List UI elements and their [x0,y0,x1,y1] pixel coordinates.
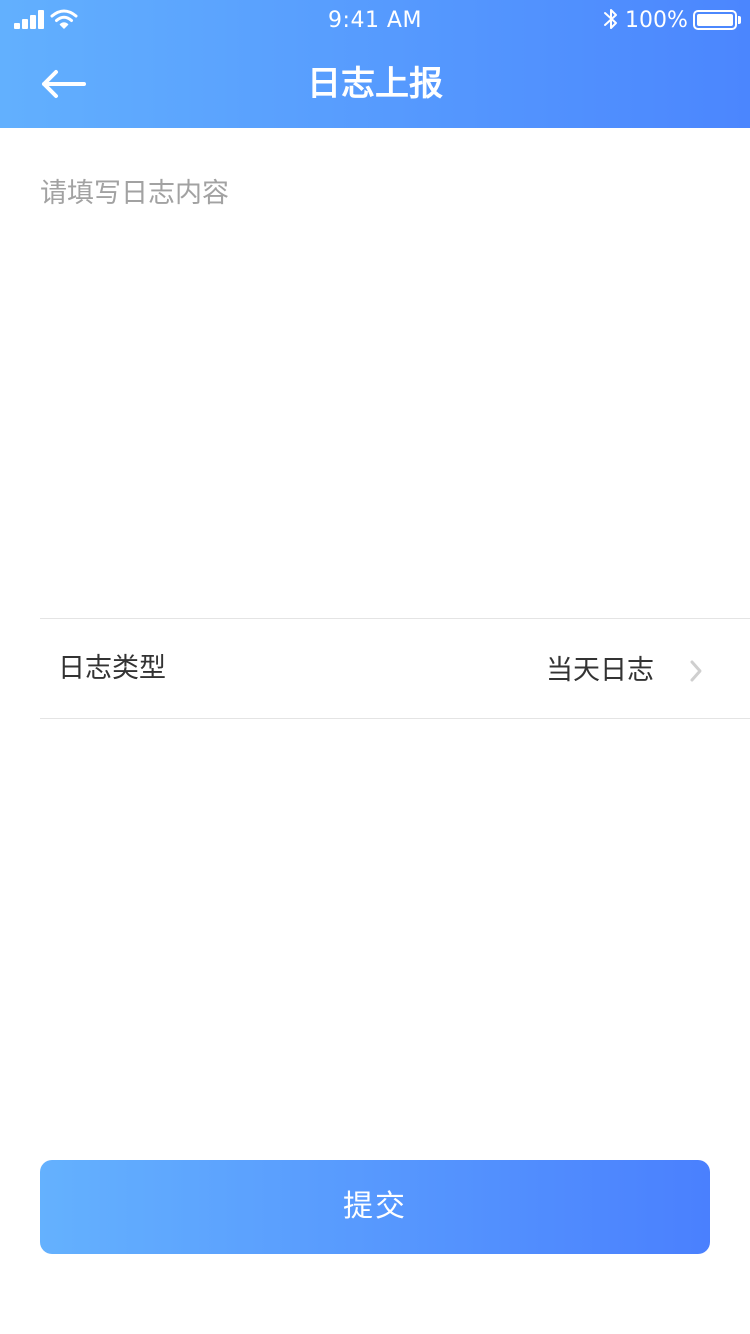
battery-icon [693,10,737,30]
page-title: 日志上报 [307,64,443,104]
log-type-row[interactable]: 日志类型 当天日志 [40,618,750,719]
log-content-input[interactable] [40,174,710,594]
status-bar: 9:41 AM 100% [0,0,750,40]
log-type-value: 当天日志 [546,655,654,686]
log-content-area [0,128,750,618]
app-header: 9:41 AM 100% 日志上报 [0,0,750,128]
chevron-right-icon [690,660,702,682]
battery-tip [738,16,741,24]
submit-button[interactable]: 提交 [40,1160,710,1254]
bluetooth-icon [604,9,617,29]
log-type-label: 日志类型 [58,653,166,684]
battery-percent: 100% [625,8,688,33]
